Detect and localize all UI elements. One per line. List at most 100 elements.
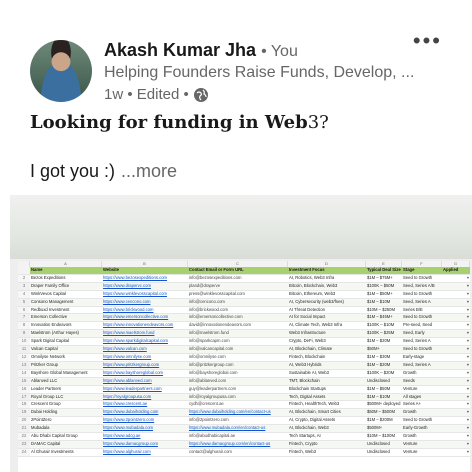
cell-website[interactable]: https://www.alghurair.com xyxy=(102,448,188,457)
cell-focus: Fintech, Blockchain xyxy=(288,353,366,362)
cell-deal-size: Undisclosed xyxy=(366,377,402,386)
cell-website[interactable]: https://www.damacgroup.com xyxy=(102,440,188,449)
cell-focus: AI, Robotics, Web3 Infra xyxy=(288,274,366,283)
dropdown-arrow-icon[interactable]: ▾ xyxy=(467,394,469,399)
cell-deal-size: $1M – $200M xyxy=(366,416,402,426)
dropdown-arrow-icon[interactable]: ▾ xyxy=(467,354,469,359)
cell-website[interactable]: https://www.drapervc.com xyxy=(102,282,188,291)
dropdown-arrow-icon[interactable]: ▾ xyxy=(467,425,469,430)
cell-contact: contact@alghurair.com xyxy=(188,448,288,457)
cell-applied[interactable]: ▾ xyxy=(442,440,470,449)
dropdown-arrow-icon[interactable]: ▾ xyxy=(467,314,469,319)
row-number-header xyxy=(18,267,30,275)
cell-applied[interactable]: ▾ xyxy=(442,306,470,315)
cell-focus: AI, Web3 Hybrids xyxy=(288,361,366,370)
cell-deal-size: $100K – $10M xyxy=(366,321,402,331)
cell-website[interactable]: https://www.pritzkergroup.com xyxy=(102,361,188,370)
table-row: 12 Omnilyse Network https://www.omnilyse.c… xyxy=(18,353,470,362)
cell-applied[interactable]: ▾ xyxy=(442,377,470,386)
cell-applied[interactable]: ▾ xyxy=(442,321,470,331)
cell-website[interactable]: https://www.omnilyse.com xyxy=(102,353,188,362)
cell-applied[interactable]: ▾ xyxy=(442,353,470,362)
cell-website[interactable]: https://www.maelstrom.fund xyxy=(102,329,188,339)
cell-deal-size: $50M+ xyxy=(366,345,402,354)
dropdown-arrow-icon[interactable]: ▾ xyxy=(467,417,469,422)
author-avatar[interactable] xyxy=(30,40,92,102)
cell-applied[interactable]: ▾ xyxy=(442,369,470,378)
table-row: 14 Bayshore Global Management https://www.… xyxy=(18,369,470,378)
dropdown-arrow-icon[interactable]: ▾ xyxy=(467,275,469,280)
cell-deal-size: $1M – $75M+ xyxy=(366,274,402,283)
dropdown-arrow-icon[interactable]: ▾ xyxy=(467,370,469,375)
cell-applied[interactable]: ▾ xyxy=(442,400,470,410)
dropdown-arrow-icon[interactable]: ▾ xyxy=(467,449,469,454)
dropdown-arrow-icon[interactable]: ▾ xyxy=(467,409,469,414)
cell-website[interactable]: https://www.sparkdigitalcapital.com xyxy=(102,337,188,347)
cell-website[interactable]: https://www.mubadala.com xyxy=(102,424,188,434)
cell-applied[interactable]: ▾ xyxy=(442,393,470,402)
row-number: 9 xyxy=(18,329,30,339)
cell-website[interactable]: https://www.2pointzero.com xyxy=(102,416,188,426)
cell-focus: Blockchain Startups xyxy=(288,385,366,394)
cell-applied[interactable]: ▾ xyxy=(442,290,470,299)
cell-applied[interactable]: ▾ xyxy=(442,416,470,426)
cell-applied[interactable]: ▾ xyxy=(442,313,470,323)
dropdown-arrow-icon[interactable]: ▾ xyxy=(467,307,469,312)
cell-applied[interactable]: ▾ xyxy=(442,408,470,418)
cell-applied[interactable]: ▾ xyxy=(442,432,470,441)
dropdown-arrow-icon[interactable]: ▾ xyxy=(467,386,469,391)
cell-applied[interactable]: ▾ xyxy=(442,385,470,394)
cell-website[interactable]: https://www.dubaiholding.com xyxy=(102,408,188,418)
cell-applied[interactable]: ▾ xyxy=(442,448,470,457)
author-name-text[interactable]: Akash Kumar Jha xyxy=(104,40,256,60)
cell-deal-size: $1M – $20M xyxy=(366,337,402,347)
cell-name: Dubai Holding xyxy=(30,408,102,418)
cell-website[interactable]: https://www.adcg.ae xyxy=(102,432,188,441)
cell-website[interactable]: https://www.bayshoreglobal.com xyxy=(102,369,188,378)
cell-applied[interactable]: ▾ xyxy=(442,424,470,434)
cell-website[interactable]: https://www.valcan.com xyxy=(102,345,188,354)
cell-deal-size: Undisclosed xyxy=(366,448,402,457)
cell-website[interactable]: https://www.innovationendeavors.com xyxy=(102,321,188,331)
see-more-link[interactable]: ...more xyxy=(121,161,177,181)
dropdown-arrow-icon[interactable]: ▾ xyxy=(467,378,469,383)
dropdown-arrow-icon[interactable]: ▾ xyxy=(467,291,469,296)
cell-applied[interactable]: ▾ xyxy=(442,298,470,307)
dropdown-arrow-icon[interactable]: ▾ xyxy=(467,441,469,446)
cell-website[interactable]: https://royalgroupusa.com xyxy=(102,393,188,402)
cell-focus: AI, Cybersecurity (web3/fnes) xyxy=(288,298,366,307)
dropdown-arrow-icon[interactable]: ▾ xyxy=(467,401,469,406)
table-row: 15 Ablanved LLC https://www.ablanved.com in… xyxy=(18,377,470,386)
dropdown-arrow-icon[interactable]: ▾ xyxy=(467,362,469,367)
cell-website[interactable]: https://www.ablanved.com xyxy=(102,377,188,386)
dropdown-arrow-icon[interactable]: ▾ xyxy=(467,299,469,304)
cell-stage: Series A+ xyxy=(402,400,442,410)
more-options-icon[interactable]: ••• xyxy=(413,30,442,52)
cell-website[interactable]: https://www.crescent.ae xyxy=(102,400,188,410)
cell-website[interactable]: https://www.bezosexpeditions.com xyxy=(102,274,188,283)
cell-contact: info@sparkcapm.com xyxy=(188,337,288,347)
cell-website[interactable]: https://www.emersoncollective.com xyxy=(102,313,188,323)
cell-stage: Early-Growth xyxy=(402,424,442,434)
dropdown-arrow-icon[interactable]: ▾ xyxy=(467,322,469,327)
table-row: 22 Abu Dhabi Capital Group https://www.adc… xyxy=(18,432,470,441)
author-name[interactable]: Akash Kumar Jha • You xyxy=(104,40,298,61)
cell-website[interactable]: https://www.winklevosscapital.com xyxy=(102,290,188,299)
cell-applied[interactable]: ▾ xyxy=(442,345,470,354)
dropdown-arrow-icon[interactable]: ▾ xyxy=(467,433,469,438)
cell-applied[interactable]: ▾ xyxy=(442,329,470,339)
cell-applied[interactable]: ▾ xyxy=(442,337,470,347)
cell-applied[interactable]: ▾ xyxy=(442,282,470,291)
dropdown-arrow-icon[interactable]: ▾ xyxy=(467,338,469,343)
cell-website[interactable]: https://www.cencono.com xyxy=(102,298,188,307)
cell-website[interactable]: https://www.brickwood.com xyxy=(102,306,188,315)
cell-website[interactable]: https://www.leaderpartners.com xyxy=(102,385,188,394)
cell-applied[interactable]: ▾ xyxy=(442,361,470,370)
dropdown-arrow-icon[interactable]: ▾ xyxy=(467,283,469,288)
cell-contact: info@bayshoreglobal.com xyxy=(188,369,288,378)
cell-deal-size: $100K – $50M xyxy=(366,282,402,291)
post-image[interactable]: ABCDEFG Name Website Contact Email or Form… xyxy=(10,195,472,472)
cell-applied[interactable]: ▾ xyxy=(442,274,470,283)
dropdown-arrow-icon[interactable]: ▾ xyxy=(467,330,469,335)
dropdown-arrow-icon[interactable]: ▾ xyxy=(467,346,469,351)
